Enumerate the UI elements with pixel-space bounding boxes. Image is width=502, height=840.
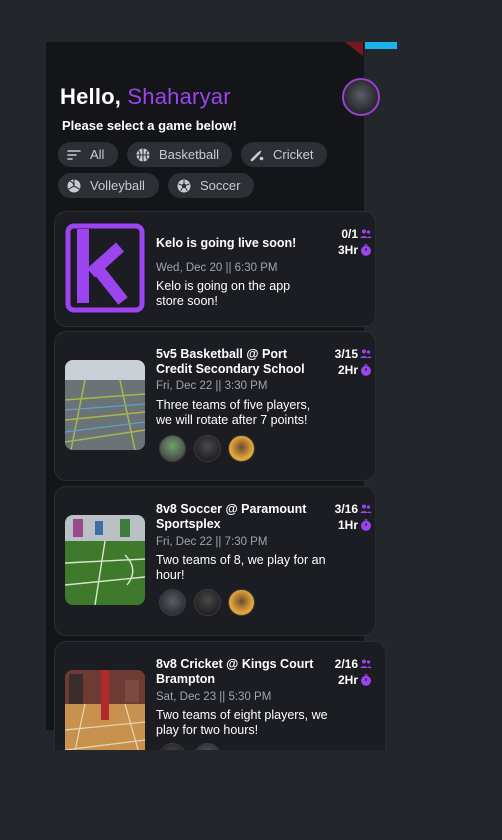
game-duration-value: 2Hr [337, 363, 358, 377]
game-date: Fri, Dec 22 || 3:30 PM [156, 380, 268, 392]
game-title: 8v8 Cricket @ Kings Court Brampton [156, 657, 314, 686]
greeting-text: Hello, [60, 84, 122, 109]
timer-icon [361, 519, 371, 531]
volleyball-icon [67, 179, 81, 192]
timer-icon [361, 244, 371, 256]
timer-icon [361, 674, 371, 686]
game-duration-value: 2Hr [337, 673, 358, 687]
filter-chip-cricket[interactable]: Cricket [241, 142, 327, 167]
filter-chip-all[interactable]: All [58, 142, 118, 167]
player-count-value: 2/16 [334, 657, 358, 671]
player-count: 3/15 [326, 347, 372, 361]
filter-chip-label: Cricket [273, 147, 314, 162]
player-count: 3/16 [326, 502, 372, 516]
player-count: 0/1 [328, 227, 372, 241]
filter-chip-basketball[interactable]: Basketball [127, 142, 232, 167]
player-count-value: 3/15 [334, 347, 358, 361]
timer-icon [361, 364, 371, 376]
viewport-clip [46, 750, 386, 840]
filter-lines-icon [67, 149, 81, 160]
filter-chip-label: Soccer [200, 178, 241, 193]
game-title: 8v8 Soccer @ Paramount Sportsplex [156, 502, 307, 531]
player-count: 2/16 [326, 657, 372, 671]
profile-avatar[interactable] [342, 78, 380, 116]
participant-avatar[interactable] [194, 435, 221, 462]
game-duration: 2Hr [328, 363, 372, 377]
people-icon [360, 504, 372, 513]
game-duration-value: 1Hr [337, 518, 358, 532]
game-duration-value: 3Hr [337, 243, 358, 257]
kelo-logo [65, 223, 145, 313]
game-thumbnail-indoor-court [65, 670, 145, 760]
filter-chip-label: Basketball [159, 147, 219, 162]
game-thumbnail-basketball-court [65, 360, 145, 450]
participant-avatar[interactable] [228, 435, 255, 462]
participant-avatar[interactable] [194, 589, 221, 616]
game-description: Two teams of eight players, we play for … [156, 708, 328, 737]
game-description: Kelo is going on the app store soon! [156, 279, 291, 308]
filter-chip-label: All [90, 147, 105, 162]
user-name: Shaharyar [127, 84, 231, 109]
game-duration: 3Hr [328, 243, 372, 257]
game-title: Kelo is going live soon! [156, 236, 297, 250]
game-date: Wed, Dec 20 || 6:30 PM [156, 262, 278, 274]
player-count-value: 3/16 [334, 502, 358, 516]
page-subtitle: Please select a game below! [62, 118, 237, 133]
player-count-value: 0/1 [341, 227, 358, 241]
participant-avatar[interactable] [228, 589, 255, 616]
filter-chip-soccer[interactable]: Soccer [168, 173, 254, 198]
game-date: Sat, Dec 23 || 5:30 PM [156, 691, 272, 703]
filter-chip-volleyball[interactable]: Volleyball [58, 173, 159, 198]
participant-avatar[interactable] [159, 435, 186, 462]
cricket-icon [250, 150, 264, 161]
game-date: Fri, Dec 22 || 7:30 PM [156, 536, 268, 548]
game-description: Two teams of 8, we play for an hour! [156, 553, 326, 582]
people-icon [360, 229, 372, 238]
basketball-icon [136, 148, 150, 161]
filter-chip-label: Volleyball [90, 178, 145, 193]
game-thumbnail-soccer-field [65, 515, 145, 605]
greeting-heading: Hello, Shaharyar [60, 84, 231, 110]
people-icon [360, 349, 372, 358]
soccer-ball-icon [177, 179, 191, 192]
participant-avatar[interactable] [159, 589, 186, 616]
people-icon [360, 659, 372, 668]
game-duration: 2Hr [328, 673, 372, 687]
game-title: 5v5 Basketball @ Port Credit Secondary S… [156, 347, 305, 376]
window-edge-indicator [365, 42, 397, 49]
game-description: Three teams of five players, we will rot… [156, 398, 311, 427]
game-duration: 1Hr [328, 518, 372, 532]
